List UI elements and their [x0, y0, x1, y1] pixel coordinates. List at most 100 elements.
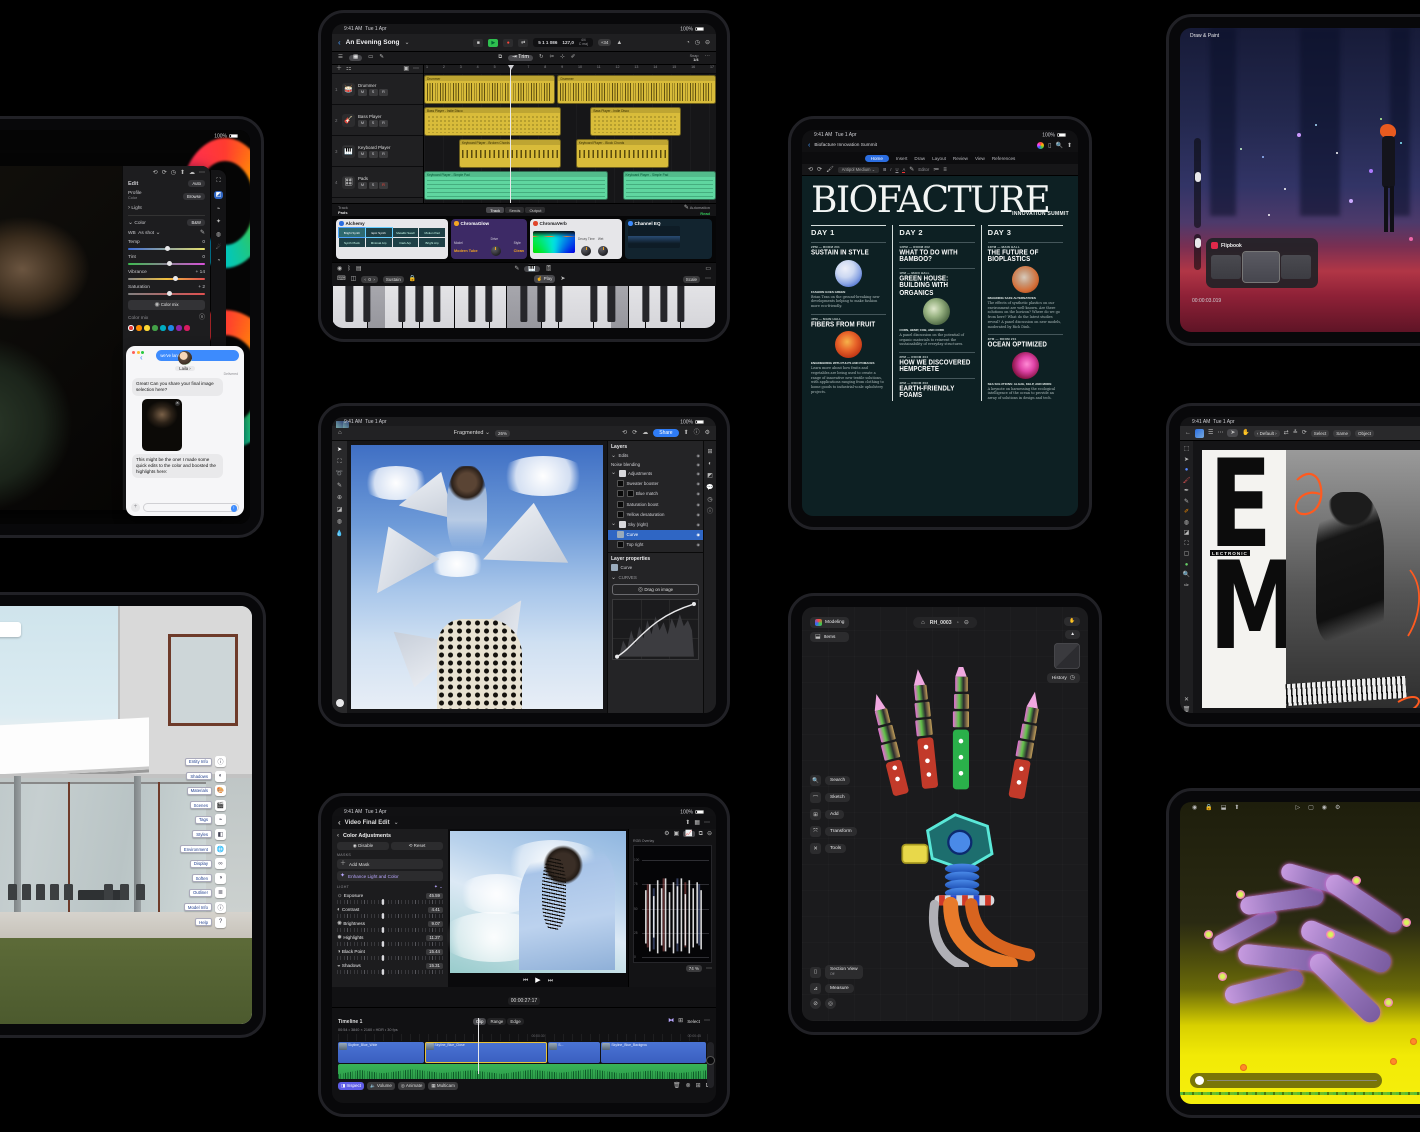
more-icon[interactable]: ⋯: [704, 820, 710, 826]
animate-button[interactable]: ◎ Animate: [398, 1082, 425, 1090]
bold-button[interactable]: B: [883, 167, 886, 172]
song-title[interactable]: An Evening Song: [346, 39, 400, 46]
more-icon[interactable]: ⋯: [705, 55, 711, 61]
record-button[interactable]: ●: [503, 39, 513, 47]
track-options-icon[interactable]: ⚏: [346, 66, 351, 72]
help-button[interactable]: Help: [195, 918, 212, 926]
select-tool-icon[interactable]: ⬚: [1184, 446, 1190, 452]
mute-button[interactable]: M: [358, 89, 367, 96]
piano-black-key[interactable]: [643, 286, 650, 322]
fill-tool-icon[interactable]: ◍: [1184, 520, 1189, 526]
disable-button[interactable]: ◉ Disable: [337, 842, 389, 850]
visibility-icon[interactable]: ◉: [697, 522, 701, 527]
piano-black-key[interactable]: [416, 286, 423, 322]
remove-attachment-icon[interactable]: ✕: [175, 401, 180, 406]
frame-thumb[interactable]: [1211, 255, 1241, 279]
editor-pen-icon[interactable]: ✎: [909, 167, 914, 173]
zoom-tool-icon[interactable]: 🔍: [1183, 572, 1190, 578]
decay-knob[interactable]: [581, 246, 591, 256]
pencil-tool-icon[interactable]: ✎: [1184, 499, 1189, 505]
project-title[interactable]: Video Final Edit: [345, 820, 390, 826]
plugin-power-icon[interactable]: [533, 221, 538, 226]
tags-icon[interactable]: ⌁: [215, 814, 226, 825]
piano-keyboard[interactable]: C2 C3 C4: [332, 286, 716, 328]
region-keys-2[interactable]: Keyboard Player - Block Chords: [576, 139, 669, 168]
canvas[interactable]: E LECTRONIC M USIC AW SC: [1193, 441, 1420, 713]
scenes-button[interactable]: Scenes: [190, 801, 212, 809]
cycle-button[interactable]: ⇄: [518, 39, 528, 47]
undo-icon[interactable]: ⟲: [622, 430, 627, 436]
play-icon[interactable]: ▷: [1295, 805, 1300, 811]
foreground-color[interactable]: [336, 699, 344, 707]
undo-icon[interactable]: ⟲: [808, 167, 813, 173]
scope-camera-icon[interactable]: ▣: [674, 831, 680, 837]
delete-icon[interactable]: 🗑: [1183, 707, 1191, 713]
mobile-view-icon[interactable]: ▯: [1048, 143, 1051, 149]
close-icon[interactable]: ✕: [1184, 697, 1189, 703]
record-enable-button[interactable]: R: [379, 89, 388, 96]
record-enable-button[interactable]: R: [379, 120, 388, 127]
drive-knob[interactable]: [491, 246, 501, 256]
brush-opacity-slider[interactable]: [1194, 234, 1201, 270]
browse-button[interactable]: Browse: [183, 193, 205, 200]
materials-icon[interactable]: 🎨: [215, 785, 226, 796]
piano-black-key[interactable]: [590, 286, 597, 322]
record-enable-button[interactable]: R: [379, 182, 388, 189]
tab-view[interactable]: View: [975, 156, 985, 161]
cloud-icon[interactable]: ☁: [189, 170, 195, 176]
piano-white-key[interactable]: [698, 286, 715, 328]
temp-slider[interactable]: [128, 248, 205, 250]
home-icon[interactable]: ⌂: [921, 620, 925, 626]
color-section[interactable]: Color: [134, 221, 145, 226]
timeline-playhead[interactable]: [478, 1018, 479, 1074]
trim-tool-icon[interactable]: ⇥ Trim: [508, 55, 533, 61]
snap-control[interactable]: Snap1/4: [690, 54, 699, 62]
display-icon[interactable]: ∞: [215, 858, 226, 869]
inspector-tabs[interactable]: TrackSendsOutput: [486, 207, 545, 213]
inspect-button[interactable]: ◨ Inspect: [338, 1082, 364, 1090]
adjustments-icon[interactable]: ◐: [708, 461, 712, 467]
color-mix-dots[interactable]: [128, 325, 205, 331]
chevron-down-icon[interactable]: ⌄: [611, 521, 616, 527]
eyedropper-tool-icon[interactable]: 💧: [336, 531, 343, 537]
bar-ruler[interactable]: 1234567891011121314151617: [424, 65, 716, 74]
measure-button[interactable]: ⊿Measure: [810, 983, 863, 994]
measurement-input[interactable]: Distance: [0, 622, 21, 637]
lock-icon[interactable]: 🔒: [1205, 805, 1212, 811]
soften-button[interactable]: Soften: [192, 874, 212, 882]
comment-icon[interactable]: 💬: [706, 485, 713, 491]
scenes-icon[interactable]: 🎬: [215, 800, 226, 811]
brightness-slider[interactable]: ✺ Brightness9.07: [337, 921, 443, 933]
color-mix-button[interactable]: ◉ Color mix: [128, 300, 205, 310]
history-button[interactable]: History ◷: [1047, 673, 1080, 683]
piano-black-key[interactable]: [468, 286, 475, 322]
layer-row[interactable]: ⌄Sky (right)◉: [608, 519, 703, 529]
playhead[interactable]: [510, 65, 511, 203]
preset-select[interactable]: ‹ Default ›: [1254, 430, 1280, 437]
insert-icon[interactable]: ⊞: [696, 1083, 701, 1089]
piano-black-key[interactable]: [346, 286, 353, 322]
grab-button[interactable]: ✋: [1064, 617, 1080, 626]
present-icon[interactable]: [1037, 142, 1044, 149]
eyedropper-icon[interactable]: ✎: [200, 230, 205, 236]
history-icon[interactable]: ◷: [707, 497, 712, 503]
solo-button[interactable]: S: [369, 182, 378, 189]
curves-graph[interactable]: [612, 599, 699, 660]
flip-icon[interactable]: ⇄: [1284, 430, 1289, 436]
tab-review[interactable]: Review: [953, 156, 968, 161]
glue-icon[interactable]: ⊹: [560, 55, 565, 61]
solo-button[interactable]: S: [369, 89, 378, 96]
brush-tool-icon[interactable]: ✎: [337, 483, 342, 489]
minimize-icon[interactable]: ⊖: [705, 40, 710, 46]
visibility-icon[interactable]: ◉: [697, 481, 701, 486]
document-page[interactable]: BIOFACTURE INNOVATION SUMMIT DAY 1 2PM —…: [802, 176, 1078, 516]
mute-button[interactable]: M: [358, 182, 367, 189]
faders-icon[interactable]: 🎚: [545, 266, 553, 272]
fill-tool-icon[interactable]: ◍: [337, 519, 342, 525]
viewer-zoom[interactable]: 74 %: [686, 965, 702, 972]
edit-mode-tabs[interactable]: ClipRangeEdge: [473, 1018, 524, 1025]
add-track-icon[interactable]: ＋: [336, 66, 342, 72]
piano-black-key[interactable]: [677, 286, 684, 322]
layer-row-selected[interactable]: Curve◉: [608, 530, 703, 540]
back-icon[interactable]: ‹: [338, 39, 341, 47]
